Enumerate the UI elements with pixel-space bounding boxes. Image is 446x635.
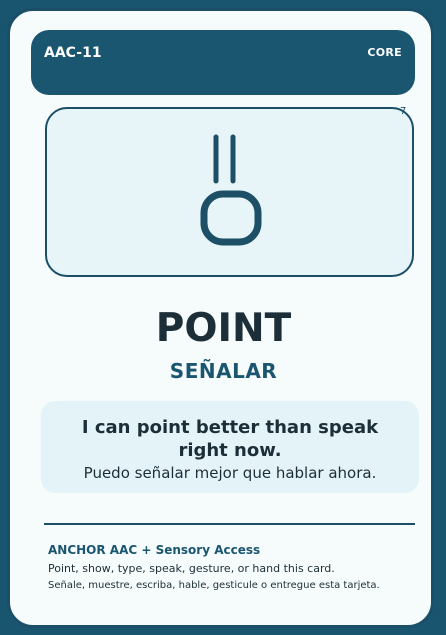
card-category: CORE [367,46,402,59]
footer-instruction-spanish: Señale, muestre, escriba, hable, gesticu… [48,580,380,591]
corner-mark: 7 [400,106,407,117]
card-id: AAC-11 [44,45,102,61]
word-spanish: SEÑALAR [169,359,278,383]
divider [44,523,415,525]
sentence-english: I can point better than speak right now. [81,417,379,461]
aac-card[interactable]: AAC-11 CORE 7 POINT SEÑALAR I can point … [7,8,434,628]
symbol-panel [45,107,414,277]
footer-title: ANCHOR AAC + Sensory Access [48,543,261,557]
point-icon [200,134,262,246]
word-english: POINT [155,306,292,351]
sentence-panel: I can point better than speak right now.… [41,401,419,493]
footer-instruction-english: Point, show, type, speak, gesture, or ha… [48,562,335,575]
sentence-spanish: Puedo señalar mejor que hablar ahora. [83,464,377,482]
card-header: AAC-11 CORE [31,30,415,95]
